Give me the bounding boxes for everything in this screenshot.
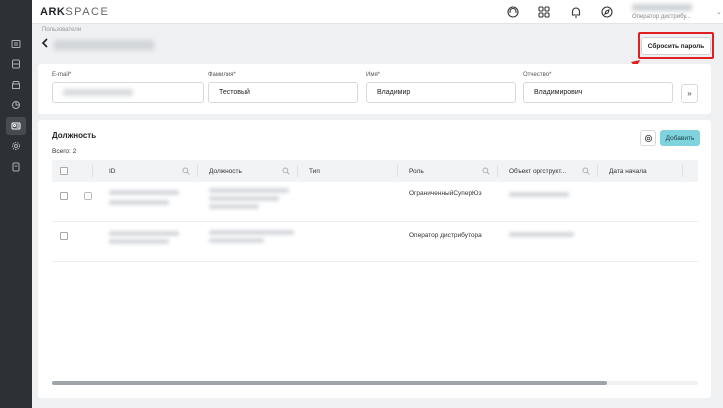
email-label: E-mail* [52,72,72,78]
search-icon[interactable] [482,167,490,175]
back-arrow-icon[interactable] [41,38,49,48]
row-checkbox[interactable] [60,192,68,200]
add-button[interactable]: Добавить [660,130,700,146]
user-form: E-mail* Фамилия* Тестовый Имя* Владимир … [38,64,711,114]
lastname-field[interactable]: Тестовый [208,82,358,103]
firstname-label: Имя* [366,72,381,78]
user-card-icon [11,122,21,130]
cell-role: ОграниченныйСуперЮз [409,190,482,197]
cell-id [109,239,169,244]
select-all-checkbox[interactable] [60,167,68,175]
email-value [63,89,133,96]
cell-org-object [509,192,569,197]
search-icon[interactable] [282,167,290,175]
app-logo[interactable]: ARKSPACE [40,6,109,18]
cell-role: Оператор дистрибутора [409,232,482,239]
horizontal-scrollbar[interactable] [52,381,698,385]
column-start-date[interactable]: Дата начала [609,160,647,182]
table-row[interactable]: Оператор дистрибутора [52,222,698,262]
table-row[interactable]: ◦ ОграниченныйСуперЮз [52,182,698,222]
gear-icon [644,134,652,142]
table-settings-button[interactable] [640,130,656,146]
section-title: Должность [52,131,97,140]
reset-password-button[interactable]: Сбросить пароль [641,37,711,55]
sidebar [0,0,32,408]
patronymic-field[interactable]: Владимирович [523,82,673,103]
top-header: ARKSPACE Оператор дистрибу... ⌄ [32,0,723,24]
sidebar-item-store[interactable] [6,76,26,94]
expand-fields-button[interactable]: » [681,84,698,103]
user-menu[interactable]: Оператор дистрибу... ⌄ [632,2,722,22]
search-icon[interactable] [582,167,590,175]
chevron-down-icon: ⌄ [716,9,722,16]
total-count: Всего: 2 [52,148,77,155]
cell-position [209,238,264,243]
positions-section: Должность Всего: 2 Добавить ID Должность… [38,120,711,398]
cell-position [209,204,259,209]
row-checkbox[interactable] [60,232,68,240]
user-role: Оператор дистрибу... [632,14,691,20]
cell-position [209,188,289,193]
compass-icon[interactable] [600,5,614,19]
sidebar-item-database[interactable] [6,55,26,73]
sidebar-item-analytics[interactable] [6,96,26,114]
cell-org-object [509,232,574,237]
pie-chart-icon [12,101,20,109]
sidebar-item-documents[interactable] [6,158,26,176]
cell-id [109,190,179,195]
column-org-object[interactable]: Объект оргструкт... [509,160,566,182]
headset-icon[interactable] [506,5,520,19]
column-type[interactable]: Тип [309,160,320,182]
cell-id [109,200,169,205]
positions-table: ID Должность Тип Роль Объект оргструкт..… [52,160,698,382]
table-header: ID Должность Тип Роль Объект оргструкт..… [52,160,698,182]
bell-icon[interactable] [569,5,583,19]
patronymic-label: Отчество* [523,72,552,78]
firstname-field[interactable]: Владимир [366,82,516,103]
cell-position [209,196,279,201]
breadcrumb[interactable]: Пользователи [42,27,81,33]
cell-position [209,230,294,235]
column-position[interactable]: Должность [209,160,242,182]
row-action-icon[interactable]: ◦ [84,192,92,200]
search-icon[interactable] [182,167,190,175]
column-role[interactable]: Роль [409,160,424,182]
list-icon [11,40,21,48]
document-icon [12,162,20,172]
double-chevron-down-icon: » [687,89,692,98]
gear-icon [12,142,20,150]
scrollbar-thumb[interactable] [52,381,607,385]
sidebar-item-users[interactable] [6,117,26,135]
column-id[interactable]: ID [109,160,116,182]
sidebar-item-settings[interactable] [6,137,26,155]
apps-grid-icon[interactable] [537,5,551,19]
database-icon [12,59,20,69]
sidebar-item-list[interactable] [6,35,26,53]
store-icon [12,81,20,89]
page-title [54,40,154,50]
user-name [632,4,692,11]
cell-id [109,231,179,236]
lastname-label: Фамилия* [208,72,236,78]
email-field[interactable] [52,82,204,103]
